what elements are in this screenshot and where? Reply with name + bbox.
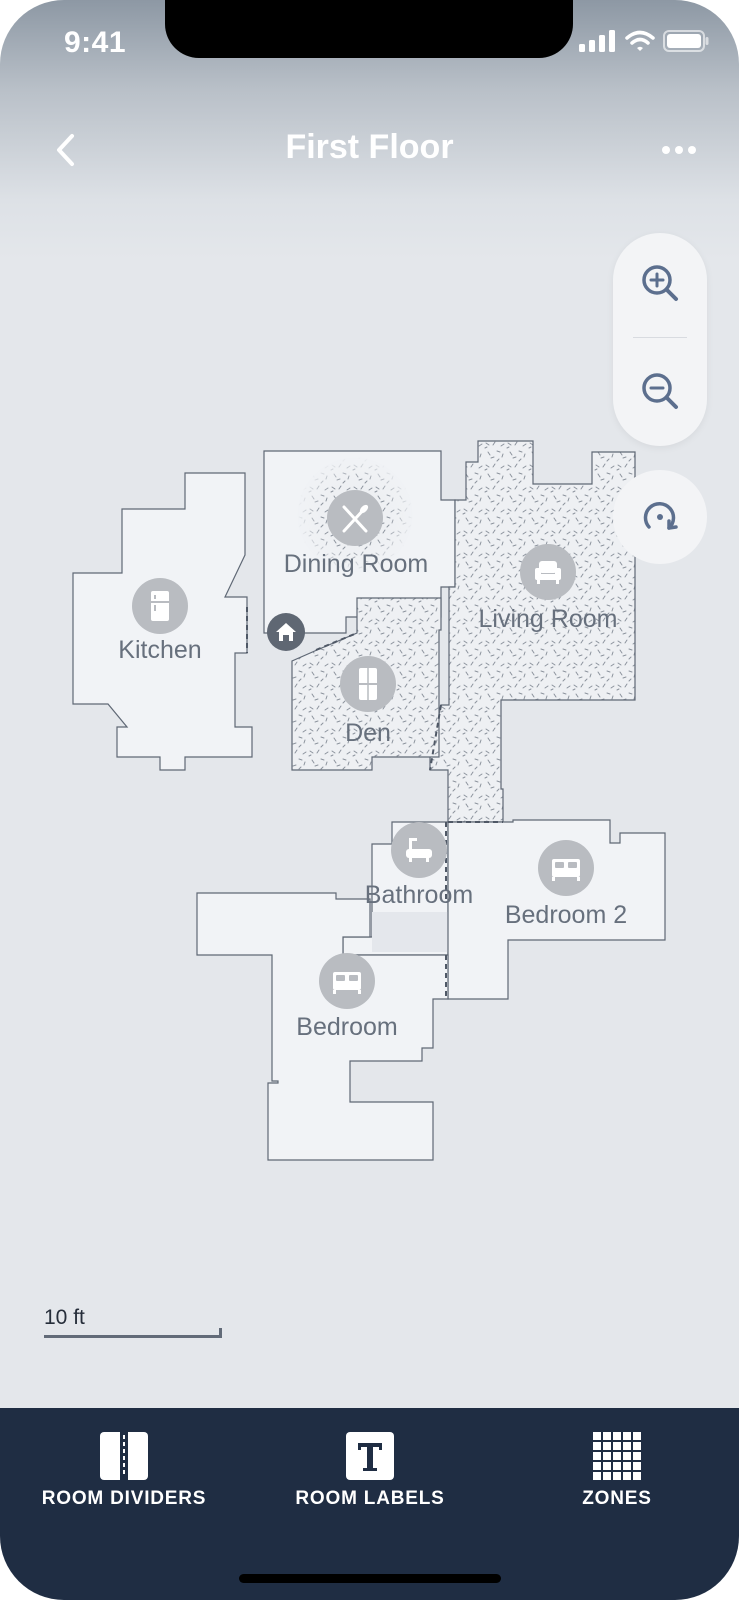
zoom-out-button[interactable] <box>630 361 690 421</box>
zones-button[interactable]: ZONES <box>497 1432 737 1510</box>
room-labels-label: ROOM LABELS <box>295 1488 445 1509</box>
room-label-kitchen: Kitchen <box>118 636 201 664</box>
room-label-bedroom: Bedroom <box>296 1013 397 1041</box>
scale-bar <box>44 1335 222 1338</box>
room-label-living: Living Room <box>479 605 618 633</box>
cabinet-icon <box>359 668 377 700</box>
room-label-bedroom2: Bedroom 2 <box>505 901 627 929</box>
dock-home-icon[interactable] <box>267 613 305 651</box>
home-indicator[interactable] <box>239 1574 501 1583</box>
zones-label: ZONES <box>582 1488 652 1509</box>
room-marker-den[interactable]: Den <box>340 656 396 747</box>
room-dividers-label: ROOM DIVIDERS <box>41 1488 207 1509</box>
phone-screen: 9:41 First Floor Kitchen Dining Room Liv… <box>0 0 739 1600</box>
zoom-controls <box>613 233 707 446</box>
rotate-map-button[interactable] <box>613 470 707 564</box>
scale-label: 10 ft <box>44 1306 85 1329</box>
rotate-icon <box>643 501 678 530</box>
zoom-in-button[interactable] <box>630 253 690 313</box>
scale-bar-tick <box>219 1328 222 1338</box>
zoom-in-icon <box>642 265 678 301</box>
floor-plan-map[interactable]: Kitchen Dining Room Living Room Den Bath… <box>0 0 739 1400</box>
text-icon <box>346 1432 394 1480</box>
refrigerator-icon <box>151 591 169 621</box>
grid-icon <box>593 1432 641 1480</box>
bottom-toolbar: ROOM DIVIDERS ROOM LABELS ZONES <box>0 1408 739 1600</box>
room-label-dining: Dining Room <box>284 550 429 578</box>
room-dividers-button[interactable]: ROOM DIVIDERS <box>4 1432 244 1510</box>
zoom-out-icon <box>642 373 678 409</box>
room-dividers-icon <box>100 1432 148 1480</box>
room-label-den: Den <box>345 719 391 747</box>
room-label-bathroom: Bathroom <box>365 881 473 909</box>
zoom-divider <box>633 337 687 338</box>
room-labels-button[interactable]: ROOM LABELS <box>250 1432 490 1510</box>
